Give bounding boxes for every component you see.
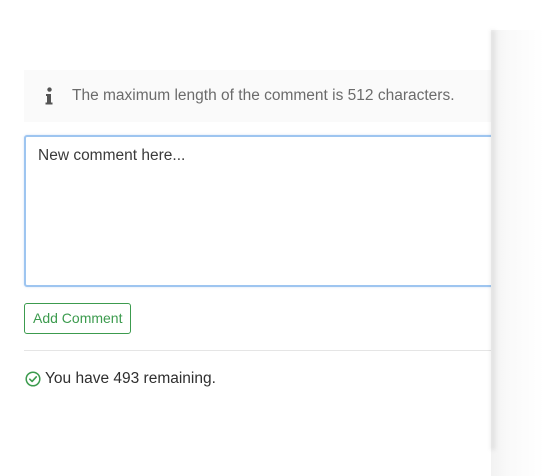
remaining-status: You have 493 remaining. [25, 370, 216, 388]
divider [24, 350, 491, 351]
comment-panel: The maximum length of the comment is 512… [0, 0, 491, 476]
add-comment-button[interactable]: Add Comment [24, 303, 132, 334]
remaining-text: You have 493 remaining. [45, 370, 216, 387]
info-banner: The maximum length of the comment is 512… [24, 70, 491, 122]
side-shadow-panel [491, 30, 544, 476]
info-text: The maximum length of the comment is 512… [72, 87, 455, 104]
info-icon [42, 87, 56, 105]
page: The maximum length of the comment is 512… [0, 0, 544, 476]
check-circle-icon [25, 371, 41, 387]
side-shadow-edge [491, 30, 497, 450]
comment-textarea[interactable] [24, 135, 491, 287]
